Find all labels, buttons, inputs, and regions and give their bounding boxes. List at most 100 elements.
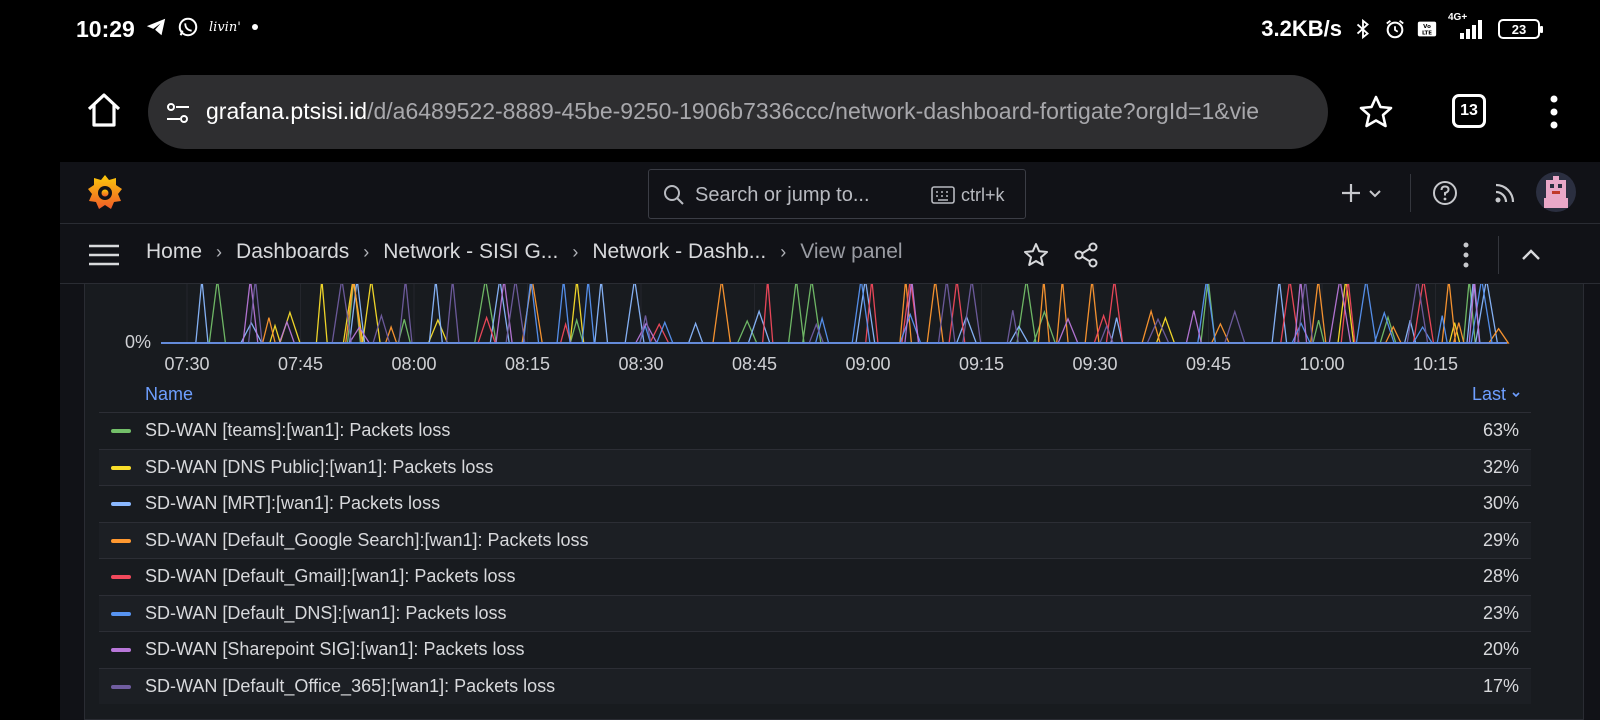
browser-menu-icon[interactable] (1548, 94, 1560, 130)
legend-row[interactable]: SD-WAN [teams]:[wan1]: Packets loss 63% (99, 412, 1531, 449)
clock: 10:29 (76, 16, 135, 42)
volte-icon: VoLTE (1417, 21, 1437, 37)
help-icon[interactable] (1432, 180, 1458, 206)
system-indicators: 3.2KB/s Vo LTE 4G+ 23 (1261, 12, 1543, 42)
user-avatar[interactable] (1536, 172, 1576, 212)
address-bar[interactable]: grafana.ptsisi.id/d/a6489522-8889-45be-9… (148, 75, 1328, 149)
series-name: SD-WAN [Sharepoint SIG]:[wan1]: Packets … (145, 639, 525, 659)
series-color-swatch (111, 429, 131, 433)
signal-icon: 4G+ (1448, 12, 1488, 41)
net-speed: 3.2KB/s (1261, 16, 1342, 41)
x-tick-label: 09:15 (959, 354, 1004, 374)
url-host: grafana.ptsisi.id (206, 98, 368, 124)
x-tick-label: 09:45 (1186, 354, 1231, 374)
search-bar[interactable]: Search or jump to... ctrl+k (648, 169, 1026, 219)
rss-news-icon[interactable] (1492, 180, 1518, 206)
legend-table: SD-WAN [teams]:[wan1]: Packets loss 63% S… (99, 412, 1531, 704)
svg-text:Vo: Vo (1423, 24, 1431, 30)
series-last-value: 23% (1482, 602, 1519, 623)
network-type: 4G+ (1448, 12, 1468, 23)
x-tick-label: 10:00 (1299, 354, 1344, 374)
series-color-swatch (111, 611, 131, 616)
series-color-swatch (111, 502, 131, 506)
bluetooth-icon (1356, 18, 1369, 40)
grafana-logo-icon[interactable] (85, 172, 125, 212)
series-last-value: 29% (1482, 529, 1519, 550)
x-tick-label: 09:30 (1072, 354, 1117, 374)
search-icon (664, 185, 684, 205)
bookmark-star-icon[interactable] (1358, 94, 1394, 130)
legend-last-header[interactable]: Last (1472, 384, 1521, 405)
share-icon[interactable] (1073, 242, 1099, 268)
breadcrumb-current: View panel (800, 240, 903, 263)
chevron-up-icon[interactable] (1520, 244, 1542, 266)
legend-row[interactable]: SD-WAN [Default_DNS]:[wan1]: Packets los… (99, 594, 1531, 631)
series-color-swatch (111, 538, 131, 543)
breadcrumb-separator: › (216, 241, 223, 262)
breadcrumb-bar: Home › Dashboards › Network - SISI G... … (60, 224, 1600, 284)
x-tick-label: 08:45 (732, 354, 777, 374)
grafana-app: Search or jump to... ctrl+k Home › Dashb… (60, 162, 1600, 720)
series-name: SD-WAN [DNS Public]:[wan1]: Packets loss (145, 456, 494, 477)
top-navbar: Search or jump to... ctrl+k (60, 162, 1600, 224)
legend-row[interactable]: SD-WAN [Default_Gmail]:[wan1]: Packets l… (99, 558, 1531, 595)
series-name: SD-WAN [Default_Gmail]:[wan1]: Packets l… (145, 566, 516, 586)
legend-last-label: Last (1471, 384, 1506, 404)
legend-row[interactable]: SD-WAN [Default_Google Search]:[wan1]: P… (99, 521, 1531, 558)
legend-row[interactable]: SD-WAN [DNS Public]:[wan1]: Packets loss… (99, 448, 1531, 485)
series-name: SD-WAN [MRT]:[wan1]: Packets loss (145, 493, 441, 513)
breadcrumb-home[interactable]: Home (146, 240, 202, 264)
x-tick-label: 07:45 (278, 354, 323, 374)
subnav-divider (1498, 236, 1499, 274)
timeseries-chart: 07:30 07:45 08:00 08:15 08:30 08:45 09:00 09:15… (125, 284, 1510, 374)
series-name: SD-WAN [Default_Office_365]:[wan1]: Pack… (145, 675, 556, 696)
new-menu-button[interactable] (1340, 177, 1396, 209)
legend-row[interactable]: SD-WAN [MRT]:[wan1]: Packets loss 30% (99, 485, 1531, 522)
menu-toggle-icon[interactable] (88, 244, 120, 266)
legend-name-header[interactable]: Name (145, 384, 193, 405)
breadcrumb-folder[interactable]: Network - SISI G... (383, 240, 558, 264)
breadcrumb-dashboards[interactable]: Dashboards (236, 240, 349, 264)
breadcrumb-dashboard[interactable]: Network - Dashb... (592, 240, 766, 264)
alarm-icon (1386, 20, 1404, 39)
home-icon[interactable] (84, 90, 124, 130)
y-tick-label: 0% (125, 332, 151, 352)
tab-switcher-button[interactable]: 13 (1452, 94, 1486, 128)
site-settings-icon[interactable] (164, 99, 192, 127)
livin-icon: livin' (209, 19, 241, 35)
breadcrumb: Home › Dashboards › Network - SISI G... … (146, 240, 903, 264)
sort-chevron-icon (1512, 392, 1520, 398)
search-shortcut: ctrl+k (961, 185, 1005, 205)
status-bar: 10:29 livin' 3.2KB/s Vo LTE 4G+ 23 (0, 0, 1600, 62)
legend-row[interactable]: SD-WAN [Sharepoint SIG]:[wan1]: Packets … (99, 631, 1531, 668)
breadcrumb-separator: › (780, 241, 787, 262)
whatsapp-icon (178, 17, 198, 37)
x-tick-label: 09:00 (845, 354, 890, 374)
url-text[interactable]: grafana.ptsisi.id/d/a6489522-8889-45be-9… (206, 98, 1259, 125)
series-last-value: 20% (1482, 639, 1519, 659)
series-name: SD-WAN [Default_Google Search]:[wan1]: P… (145, 529, 589, 550)
series-color-swatch (111, 465, 131, 470)
more-options-icon[interactable] (1462, 241, 1470, 269)
series-name: SD-WAN [teams]:[wan1]: Packets loss (145, 420, 451, 440)
series-last-value: 28% (1482, 566, 1519, 586)
svg-text:LTE: LTE (1422, 31, 1432, 37)
breadcrumb-separator: › (572, 241, 579, 262)
keyboard-icon (931, 186, 955, 204)
url-path: /d/a6489522-8889-45be-9250-1906b7336ccc/… (367, 98, 1259, 124)
favorite-star-icon[interactable] (1023, 242, 1049, 268)
series-line (161, 284, 1507, 344)
chevron-down-icon (1369, 190, 1381, 198)
battery-indicator: 23 (1498, 19, 1543, 39)
notification-icons: livin' (145, 16, 259, 38)
series-last-value: 32% (1482, 456, 1519, 477)
legend-row[interactable]: SD-WAN [Default_Office_365]:[wan1]: Pack… (99, 667, 1531, 704)
legend-header: Name Last (99, 382, 1531, 412)
telegram-icon (146, 18, 166, 36)
dot-icon (251, 24, 258, 30)
x-tick-label: 08:15 (505, 354, 550, 374)
plus-icon (1342, 184, 1360, 202)
series-last-value: 63% (1482, 420, 1519, 440)
timeseries-panel: 07:30 07:45 08:00 08:15 08:30 08:45 09:00 09:15… (84, 284, 1584, 720)
x-tick-label: 08:30 (618, 354, 663, 374)
